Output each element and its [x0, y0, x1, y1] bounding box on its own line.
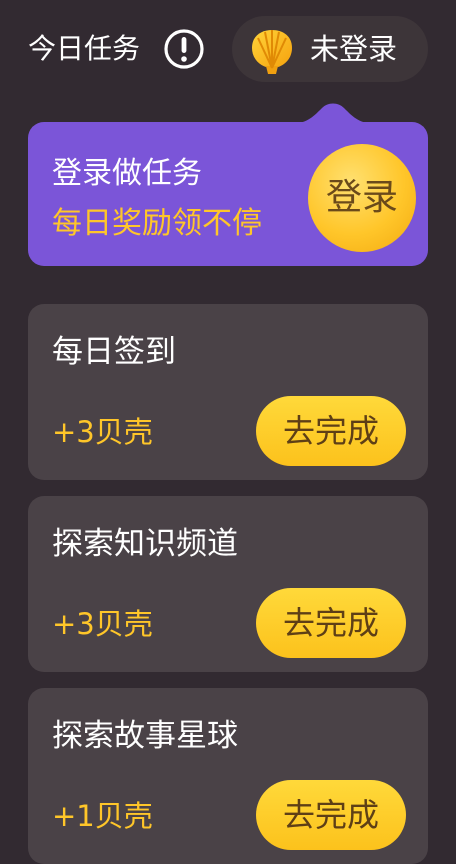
task-reward: +1贝壳 — [52, 799, 153, 833]
task-name: 探索知识频道 — [52, 526, 238, 562]
login-status-button[interactable]: 未登录 — [232, 16, 428, 82]
task-reward: +3贝壳 — [52, 607, 153, 641]
header: 今日任务 未登录 — [0, 0, 456, 100]
login-button[interactable]: 登录 — [308, 144, 416, 252]
complete-task-button[interactable]: 去完成 — [256, 780, 406, 850]
task-card: 探索知识频道 +3贝壳 去完成 — [28, 496, 428, 672]
task-reward: +3贝壳 — [52, 415, 153, 449]
page-title: 今日任务 — [28, 32, 141, 65]
task-card: 探索故事星球 +1贝壳 去完成 — [28, 688, 428, 864]
promo-pointer — [288, 103, 378, 124]
complete-task-button[interactable]: 去完成 — [256, 396, 406, 466]
task-name: 每日签到 — [52, 334, 176, 370]
shell-icon — [252, 30, 292, 74]
login-status-label: 未登录 — [310, 32, 398, 66]
task-name: 探索故事星球 — [52, 718, 238, 754]
promo-subtitle: 每日奖励领不停 — [52, 206, 262, 241]
promo-title: 登录做任务 — [52, 156, 202, 191]
complete-task-button[interactable]: 去完成 — [256, 588, 406, 658]
exclamation-circle-icon[interactable] — [163, 28, 205, 70]
login-promo-banner: 登录做任务 每日奖励领不停 登录 — [28, 122, 428, 266]
task-card: 每日签到 +3贝壳 去完成 — [28, 304, 428, 480]
